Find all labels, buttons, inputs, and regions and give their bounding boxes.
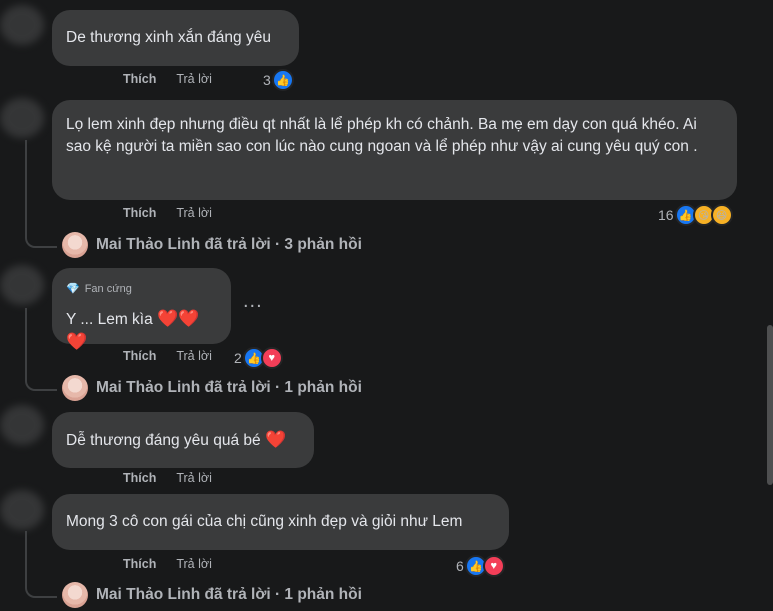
- thread-line: [25, 531, 57, 598]
- like-button[interactable]: Thích: [123, 471, 156, 485]
- comment-bubble: 💎 Fan cứng Y ... Lem kìa ❤️❤️❤️: [52, 268, 231, 351]
- like-icon: 👍: [271, 69, 294, 91]
- comment-text: Y ... Lem kìa: [66, 311, 153, 328]
- comment-actions: Thích Trả lời: [123, 72, 212, 86]
- heart-emoji: ❤️: [264, 430, 287, 449]
- more-options-button[interactable]: ...: [243, 290, 263, 313]
- reaction-count: 2: [234, 350, 242, 366]
- love-icon: ♥: [482, 555, 505, 577]
- reaction-count: 6: [456, 558, 464, 574]
- reaction-summary[interactable]: 3 👍: [263, 69, 294, 91]
- reply-summary[interactable]: Mai Thảo Linh đã trả lời · 1 phản hồi: [62, 375, 362, 401]
- comment-text: Mong 3 cô con gái của chị cũng xinh đẹp …: [66, 513, 463, 530]
- comment-bubble: Lọ lem xinh đẹp nhưng điều qt nhất là lể…: [52, 100, 737, 200]
- reply-button[interactable]: Trả lời: [176, 557, 212, 571]
- avatar[interactable]: [0, 98, 44, 138]
- comment-text: Dễ thương đáng yêu quá bé: [66, 432, 261, 449]
- reaction-count: 3: [263, 72, 271, 88]
- diamond-icon: 💎: [66, 283, 80, 295]
- avatar[interactable]: [0, 5, 44, 45]
- like-button[interactable]: Thích: [123, 206, 156, 220]
- reaction-summary[interactable]: 6 👍 ♥: [456, 555, 505, 577]
- comment-actions: Thích Trả lời: [123, 206, 212, 220]
- reply-button[interactable]: Trả lời: [176, 206, 212, 220]
- love-icon: ♥: [260, 347, 283, 369]
- reply-summary[interactable]: Mai Thảo Linh đã trả lời · 1 phản hồi: [62, 582, 362, 608]
- avatar: [62, 582, 88, 608]
- reaction-count: 16: [658, 207, 674, 223]
- scrollbar[interactable]: [767, 325, 773, 485]
- badge-label: Fan cứng: [84, 283, 132, 295]
- like-button[interactable]: Thích: [123, 349, 156, 363]
- comment-text: Lọ lem xinh đẹp nhưng điều qt nhất là lể…: [66, 116, 698, 155]
- reply-button[interactable]: Trả lời: [176, 471, 212, 485]
- comment-bubble: Dễ thương đáng yêu quá bé ❤️: [52, 412, 314, 468]
- comment-bubble: De thương xinh xắn đáng yêu: [52, 10, 299, 66]
- avatar[interactable]: [0, 405, 44, 445]
- comment-actions: Thích Trả lời: [123, 557, 212, 571]
- avatar: [62, 375, 88, 401]
- reaction-summary[interactable]: 2 👍 ♥: [234, 347, 283, 369]
- comment-text: De thương xinh xắn đáng yêu: [66, 29, 271, 46]
- reaction-summary[interactable]: 16 👍 😘 😆: [658, 204, 733, 226]
- comment-actions: Thích Trả lời: [123, 349, 212, 363]
- avatar: [62, 232, 88, 258]
- reply-summary-text: Mai Thảo Linh đã trả lời · 1 phản hồi: [96, 379, 362, 396]
- avatar[interactable]: [0, 265, 44, 305]
- like-button[interactable]: Thích: [123, 72, 156, 86]
- fan-badge: 💎 Fan cứng: [66, 278, 217, 300]
- comment-bubble: Mong 3 cô con gái của chị cũng xinh đẹp …: [52, 494, 509, 550]
- reply-button[interactable]: Trả lời: [176, 349, 212, 363]
- reply-button[interactable]: Trả lời: [176, 72, 212, 86]
- reply-summary-text: Mai Thảo Linh đã trả lời · 3 phản hồi: [96, 236, 362, 253]
- reply-summary-text: Mai Thảo Linh đã trả lời · 1 phản hồi: [96, 586, 362, 603]
- haha-icon: 😆: [710, 204, 733, 226]
- avatar[interactable]: [0, 490, 44, 530]
- reply-summary[interactable]: Mai Thảo Linh đã trả lời · 3 phản hồi: [62, 232, 362, 258]
- like-button[interactable]: Thích: [123, 557, 156, 571]
- comment-actions: Thích Trả lời: [123, 471, 212, 485]
